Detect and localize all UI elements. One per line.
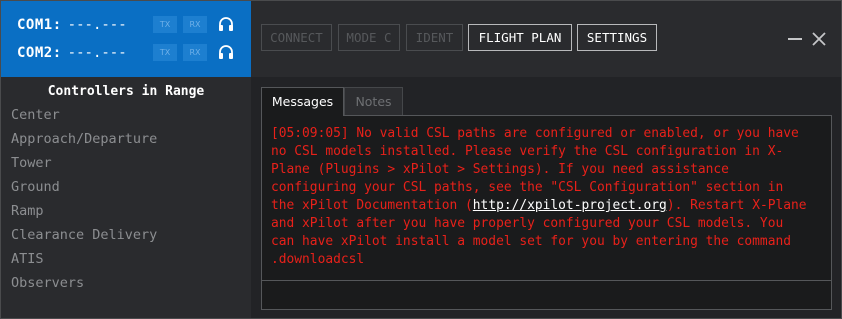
message-line: can have xPilot install a model set for …: [271, 234, 791, 249]
message-line: configuring your CSL paths, see the "CSL…: [271, 180, 784, 195]
message-line: Plane (Plugins > xPilot > Settings). If …: [271, 162, 729, 177]
com-radio-panel: COM1: ---.--- TX RX COM2: ---.--- TX RX: [1, 1, 251, 77]
message-line: and xPilot after you have properly confi…: [271, 216, 784, 231]
close-icon[interactable]: [811, 31, 827, 47]
com1-label: COM1:: [17, 17, 62, 33]
toolbar: CONNECT MODE C IDENT FLIGHT PLAN SETTING…: [251, 1, 841, 77]
com1-headset-icon[interactable]: [218, 16, 234, 32]
message-text-segment: ). Restart X-Plane: [666, 198, 807, 213]
com2-frequency: ---.---: [67, 45, 127, 61]
controllers-panel: Controllers in Range Center Approach/Dep…: [1, 77, 251, 318]
com2-headset-icon[interactable]: [218, 44, 234, 60]
controller-group-clearance-delivery[interactable]: Clearance Delivery: [11, 227, 157, 243]
controller-group-approach-departure[interactable]: Approach/Departure: [11, 131, 157, 147]
controller-group-observers[interactable]: Observers: [11, 275, 84, 291]
controller-group-ramp[interactable]: Ramp: [11, 203, 44, 219]
message-text-segment: the xPilot Documentation (: [271, 198, 473, 213]
com1-frequency: ---.---: [67, 17, 127, 33]
minimize-icon[interactable]: [788, 38, 802, 40]
mode-c-button[interactable]: MODE C: [338, 24, 400, 51]
message-line: no CSL models installed. Please verify t…: [271, 144, 784, 159]
xpilot-window: COM1: ---.--- TX RX COM2: ---.--- TX RX …: [0, 0, 842, 319]
controller-group-atis[interactable]: ATIS: [11, 251, 44, 267]
message-line: [05:09:05] No valid CSL paths are config…: [271, 126, 799, 141]
ident-button[interactable]: IDENT: [406, 24, 463, 51]
com1-row: COM1: ---.---: [17, 15, 132, 35]
com1-tx-indicator: TX: [153, 16, 177, 33]
com2-rx-indicator: RX: [183, 44, 207, 61]
tab-messages[interactable]: Messages: [261, 87, 344, 116]
controller-group-tower[interactable]: Tower: [11, 155, 52, 171]
com2-tx-indicator: TX: [153, 44, 177, 61]
message-line: .downloadcsl: [271, 252, 365, 267]
settings-button[interactable]: SETTINGS: [577, 24, 657, 51]
controller-group-ground[interactable]: Ground: [11, 179, 60, 195]
com2-row: COM2: ---.---: [17, 43, 132, 63]
controllers-title: Controllers in Range: [47, 84, 205, 99]
connect-button[interactable]: CONNECT: [261, 24, 332, 51]
documentation-link[interactable]: http://xpilot-project.org: [473, 198, 667, 213]
controller-group-center[interactable]: Center: [11, 107, 60, 123]
flight-plan-button[interactable]: FLIGHT PLAN: [468, 24, 572, 51]
tab-notes[interactable]: Notes: [344, 87, 403, 116]
message-line: the xPilot Documentation (http://xpilot-…: [271, 197, 821, 215]
messages-area[interactable]: [05:09:05] No valid CSL paths are config…: [261, 115, 832, 281]
main-panel: Messages Notes [05:09:05] No valid CSL p…: [251, 77, 841, 318]
message-text: [05:09:05] No valid CSL paths are config…: [271, 125, 821, 269]
com1-rx-indicator: RX: [183, 16, 207, 33]
com2-label: COM2:: [17, 45, 62, 61]
command-input[interactable]: [261, 280, 832, 310]
